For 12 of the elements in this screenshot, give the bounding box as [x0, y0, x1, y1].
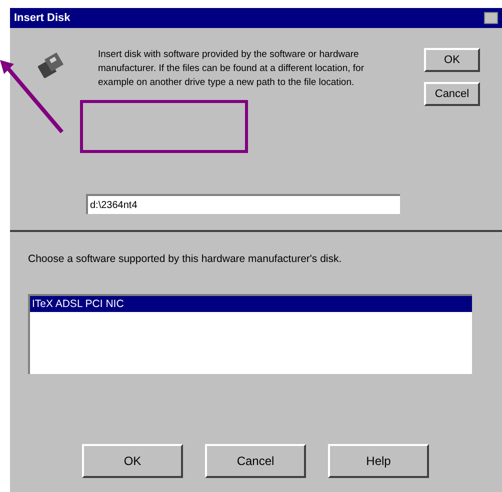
help-button[interactable]: Help — [328, 444, 429, 478]
ok-button[interactable]: OK — [82, 444, 183, 478]
path-field[interactable]: d:\2364nt4 — [86, 194, 400, 214]
close-button[interactable] — [484, 12, 498, 24]
cancel-button[interactable]: Cancel — [424, 82, 480, 106]
prompt-text: Choose a software supported by this hardware manufacturer's disk. — [28, 252, 343, 267]
cancel-button[interactable]: Cancel — [205, 444, 306, 478]
instruction-text: Insert disk with software provided by the software or hardware manufacturer. If the files can be found at a different location, for example on another drive type a new path to the file location. — [98, 48, 365, 90]
ok-button[interactable]: OK — [424, 48, 480, 72]
disks-icon — [38, 52, 64, 78]
list-item[interactable]: ITeX ADSL PCI NIC — [30, 296, 472, 312]
window-title: Insert Disk — [14, 10, 70, 26]
